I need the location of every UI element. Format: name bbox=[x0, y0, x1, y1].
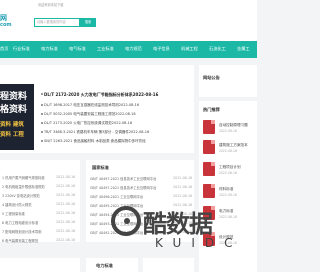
list-date: 2022-08-16 bbox=[56, 202, 76, 206]
pdf-icon[interactable] bbox=[203, 120, 215, 134]
list-item[interactable]: 6 电力工程电缆设计标准 bbox=[2, 220, 38, 225]
hot-item-title[interactable]: 自动控制原理习题 bbox=[219, 123, 248, 128]
headline-bullet bbox=[41, 93, 43, 95]
hot-item-title[interactable]: 建筑施工方案范本 bbox=[219, 143, 248, 148]
nav-item-petrochem[interactable]: 石油化工 bbox=[209, 46, 226, 52]
list-item[interactable]: 2 电机绕组温升限值标准规范 bbox=[2, 184, 45, 189]
list-item[interactable]: 3 220kV 变电站设计规范 bbox=[2, 193, 40, 198]
nav-item-power[interactable]: 电力标准 bbox=[41, 46, 58, 52]
banner-line-4: 资料 工程 bbox=[0, 132, 24, 138]
list-date: 2022-08-16 bbox=[173, 185, 193, 189]
site-logo-subtext[interactable]: com bbox=[0, 22, 12, 28]
pdf-icon[interactable] bbox=[203, 140, 215, 154]
list-item[interactable]: 4 建筑设计防火规范 bbox=[2, 202, 32, 207]
news-bullet bbox=[41, 131, 43, 133]
list-item[interactable]: 5 工程测量标准 bbox=[2, 211, 25, 216]
list-date: 2022-08-16 bbox=[173, 194, 193, 198]
watermark-subtext: KUIDC bbox=[155, 236, 243, 250]
bottom-right-panel bbox=[143, 258, 194, 272]
banner-line-1: 程资料 bbox=[0, 92, 28, 102]
banner-line-2: 格资料 bbox=[0, 105, 28, 115]
news-item[interactable]: TB/T 3468.3-2021 铁路机车车辆 第3部分 - 空调器件2022-… bbox=[44, 130, 149, 135]
list-date: 2022-08-16 bbox=[56, 175, 76, 179]
pdf-icon[interactable] bbox=[203, 184, 215, 198]
news-headline[interactable]: DL/T 2172-2020 火力发电厂节能指标分析体系2022-08-16 bbox=[44, 92, 158, 98]
promo-banner[interactable]: 程资料 格资料 资料 建筑 资料 工程 bbox=[0, 84, 34, 150]
nav-item-industrial[interactable]: 工业标准 bbox=[97, 46, 114, 52]
news-bullet bbox=[41, 122, 43, 124]
news-bullet bbox=[41, 140, 43, 142]
nav-item-mechanical[interactable]: 机械工程 bbox=[181, 46, 198, 52]
nav-item-industry[interactable]: 行业标准 bbox=[13, 46, 30, 52]
list-date: 2022-08-16 bbox=[56, 211, 76, 215]
top-notice-bar: 欢迎来到本站下载 bbox=[0, 0, 257, 9]
list-item[interactable]: GB/T 40496-2021 工业互联网平台 bbox=[90, 194, 143, 199]
list-item[interactable]: 7 配电网规划设计技术导则 bbox=[2, 229, 41, 234]
hot-item-title[interactable]: 电力标准 bbox=[219, 209, 233, 214]
news-item[interactable]: DL/T 2173-2020 火电厂热控系统调试规范2022-08-16 bbox=[44, 121, 132, 126]
news-bullet bbox=[41, 113, 43, 115]
list-item[interactable]: GB/T 40495-2021 工业互联网平台 bbox=[90, 203, 143, 208]
list-date: 2022-08-16 bbox=[56, 229, 76, 233]
list-item[interactable]: 1 热用户蒸汽侧烟气排放标准 bbox=[2, 175, 45, 180]
list-date: 2022-08-16 bbox=[173, 176, 193, 180]
main-navigation: 首页 行业标准 电力标准 电气标准 工业标准 电力规范 电子信息 机械工程 石油… bbox=[0, 41, 257, 58]
watermark-dot-icon bbox=[124, 218, 130, 224]
list-item[interactable]: 8 电气装置安装工程规范 bbox=[2, 238, 38, 243]
news-item[interactable]: DL/T 1698-2017 电压互感器在线监测技术导则2022-08-16 bbox=[44, 103, 139, 108]
news-item[interactable]: SN/T 2263-2021 食品接触材料 木制品类 食品模拟物中多环芳烃 bbox=[44, 139, 146, 144]
pdf-icon[interactable] bbox=[203, 162, 215, 176]
nav-item-electronics[interactable]: 电子信息 bbox=[153, 46, 170, 52]
hot-item-date: 2022-08-16 bbox=[219, 215, 237, 219]
hot-item-date: 2022-08-16 bbox=[219, 129, 237, 133]
banner-line-3: 资料 建筑 bbox=[0, 122, 24, 128]
nav-item-power-code[interactable]: 电力规范 bbox=[125, 46, 142, 52]
list-item[interactable]: GB/T 40497-2021 信息技术工业互联网平台 bbox=[90, 185, 156, 190]
hot-recommend-title: 热门推荐 bbox=[203, 107, 220, 112]
list-date: 2022-08-16 bbox=[56, 220, 76, 224]
nav-item-electrical[interactable]: 电气标准 bbox=[69, 46, 86, 52]
hot-item-title[interactable]: 工程项目计划 bbox=[219, 165, 241, 170]
list-item[interactable]: GB/T 40497-2021 信息技术工业互联网平台 bbox=[90, 176, 156, 181]
hot-item-date: 2022-08-16 bbox=[219, 149, 237, 153]
news-bullet bbox=[41, 104, 43, 106]
news-item[interactable]: DL/T 5032-2005 电气装置安装工程施工规范2022-08-16 bbox=[44, 112, 136, 117]
search-input[interactable]: 请输入要搜索的内容 bbox=[34, 18, 80, 27]
bottom-left-panel bbox=[0, 258, 80, 272]
list-date: 2022-08-16 bbox=[56, 193, 76, 197]
hot-item-title[interactable]: 材料标准 bbox=[219, 187, 233, 192]
list-date: 2022-08-16 bbox=[56, 238, 76, 242]
national-standards-title: 国家标准 bbox=[92, 165, 109, 170]
nav-item-home[interactable]: 首页 bbox=[0, 46, 8, 52]
watermark-text: 酷数据 bbox=[143, 210, 213, 238]
power-standards-title: 电力标准 bbox=[96, 263, 113, 268]
hot-item-date: 2022-08-16 bbox=[219, 171, 237, 175]
hot-item-date: 2022-08-16 bbox=[219, 193, 237, 197]
nav-item-metal[interactable]: 金属工 bbox=[237, 46, 250, 52]
list-date: 2022-08-16 bbox=[56, 184, 76, 188]
top-notice-text: 欢迎来到本站下载 bbox=[38, 3, 64, 7]
search-button[interactable]: 搜索 bbox=[80, 18, 96, 27]
site-notice-title: 网站公告 bbox=[203, 75, 220, 80]
site-notice-panel bbox=[199, 65, 257, 97]
